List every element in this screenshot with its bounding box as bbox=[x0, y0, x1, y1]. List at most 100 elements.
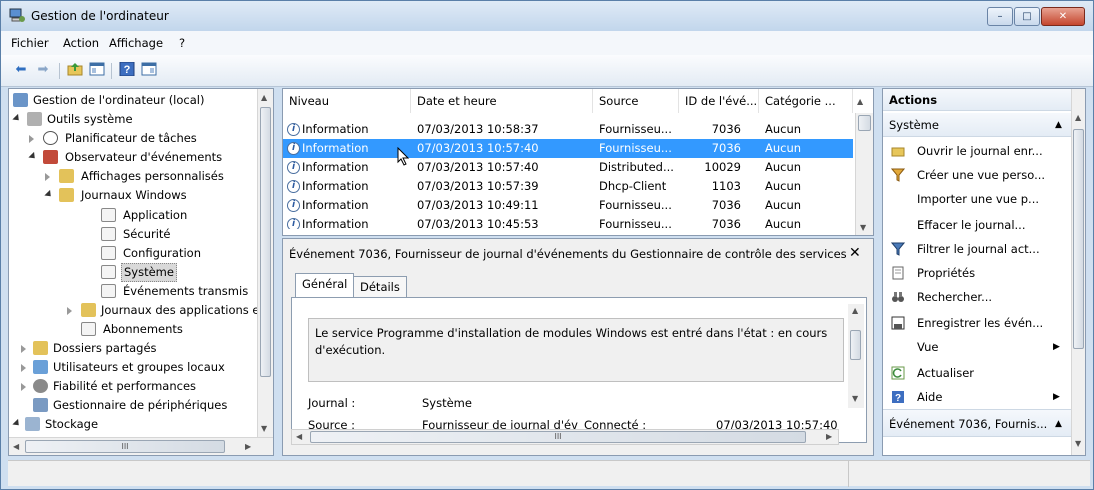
scrollbar-thumb[interactable]: III bbox=[310, 431, 806, 443]
help-button[interactable]: ? bbox=[117, 61, 137, 79]
column-header-category[interactable]: Catégorie ... bbox=[759, 89, 853, 113]
action-refresh[interactable]: Actualiser bbox=[883, 361, 1071, 385]
show-action-pane-button[interactable] bbox=[139, 61, 159, 79]
computer-management-icon bbox=[13, 93, 28, 107]
action-find[interactable]: Rechercher... bbox=[883, 285, 1071, 309]
toolbar: ⬅ ➡ ? bbox=[1, 55, 1093, 87]
action-clear-log[interactable]: Effacer le journal... bbox=[883, 213, 1071, 237]
action-view[interactable]: Vue ▶ bbox=[883, 335, 1071, 359]
column-header-level[interactable]: Niveau bbox=[283, 89, 411, 113]
scroll-down-icon[interactable]: ▼ bbox=[1075, 439, 1081, 448]
event-id-cell: 7036 bbox=[711, 122, 741, 136]
scroll-down-icon[interactable]: ▼ bbox=[860, 223, 866, 232]
forward-button[interactable]: ➡ bbox=[33, 61, 53, 79]
scrollbar-thumb[interactable]: III bbox=[25, 440, 225, 453]
collapse-arrow-icon[interactable] bbox=[67, 307, 72, 315]
tools-icon bbox=[27, 112, 42, 126]
actions-vertical-scrollbar[interactable]: ▲ ▼ bbox=[1071, 89, 1085, 455]
date-cell: 07/03/2013 10:45:53 bbox=[417, 217, 539, 229]
scroll-right-icon[interactable]: ▶ bbox=[245, 442, 251, 451]
show-hide-tree-button[interactable] bbox=[87, 61, 107, 79]
expand-arrow-icon[interactable] bbox=[28, 151, 38, 162]
table-row[interactable]: i Information 07/03/2013 10:57:39 Dhcp-Cl… bbox=[283, 177, 853, 196]
action-save-events[interactable]: Enregistrer les évén... bbox=[883, 311, 1071, 335]
source-cell: Distributed... bbox=[599, 160, 674, 174]
scroll-up-icon[interactable]: ▲ bbox=[852, 306, 858, 315]
scrollbar-thumb[interactable] bbox=[858, 115, 871, 131]
collapse-arrow-icon[interactable] bbox=[29, 135, 34, 143]
scroll-right-icon[interactable]: ▶ bbox=[826, 432, 832, 441]
action-import-custom-view[interactable]: Importer une vue p... bbox=[883, 187, 1071, 211]
menu-fichier[interactable]: Fichier bbox=[11, 36, 49, 50]
information-icon: i bbox=[287, 180, 300, 193]
table-row[interactable]: i Information 07/03/2013 10:49:11 Fournis… bbox=[283, 196, 853, 215]
table-row-selected[interactable]: i Information 07/03/2013 10:57:40 Fournis… bbox=[283, 139, 853, 158]
up-folder-button[interactable] bbox=[65, 61, 85, 79]
collapse-arrow-icon[interactable] bbox=[45, 173, 50, 181]
status-bar bbox=[8, 460, 1090, 487]
log-icon bbox=[101, 208, 116, 222]
tree-item-label: Dossiers partagés bbox=[53, 341, 157, 355]
collapse-up-icon[interactable]: ▲ bbox=[1055, 410, 1062, 438]
shared-folder-icon bbox=[33, 341, 48, 355]
tab-details[interactable]: Détails bbox=[353, 276, 407, 298]
action-label: Créer une vue perso... bbox=[917, 168, 1046, 182]
close-icon: ✕ bbox=[1058, 11, 1068, 22]
detail-horizontal-scrollbar[interactable]: ◀ III ▶ bbox=[291, 429, 839, 445]
table-row[interactable]: i Information 07/03/2013 10:57:40 Distrib… bbox=[283, 158, 853, 177]
action-help[interactable]: ? Aide ▶ bbox=[883, 385, 1071, 409]
table-row[interactable]: i Information 07/03/2013 10:45:53 Fournis… bbox=[283, 215, 853, 229]
action-open-saved-log[interactable]: Ouvrir le journal enr... bbox=[883, 139, 1071, 163]
tab-general[interactable]: Général bbox=[295, 273, 355, 297]
subscriptions-icon bbox=[81, 322, 96, 336]
collapse-up-icon[interactable]: ▲ bbox=[1055, 113, 1062, 137]
expand-arrow-icon[interactable] bbox=[12, 113, 22, 124]
table-row[interactable]: i Information 07/03/2013 10:58:37 Fournis… bbox=[283, 120, 853, 139]
tree-horizontal-scrollbar[interactable]: ◀ III ▶ bbox=[9, 437, 273, 455]
scroll-down-icon[interactable]: ▼ bbox=[852, 394, 858, 403]
detail-close-button[interactable]: ✕ bbox=[849, 245, 861, 261]
message-vertical-scrollbar[interactable]: ▲ ▼ bbox=[848, 304, 864, 408]
close-button[interactable]: ✕ bbox=[1041, 7, 1085, 26]
action-filter-current-log[interactable]: Filtrer le journal act... bbox=[883, 237, 1071, 261]
scroll-left-icon[interactable]: ◀ bbox=[13, 442, 19, 451]
scroll-left-icon[interactable]: ◀ bbox=[296, 432, 302, 441]
column-header-source[interactable]: Source bbox=[593, 89, 679, 113]
menu-help[interactable]: ? bbox=[179, 36, 185, 50]
minimize-button[interactable]: – bbox=[987, 7, 1013, 26]
expand-arrow-icon[interactable] bbox=[44, 189, 54, 200]
scroll-up-icon[interactable]: ▲ bbox=[261, 93, 267, 102]
menu-action[interactable]: Action bbox=[63, 36, 99, 50]
collapse-arrow-icon[interactable] bbox=[21, 345, 26, 353]
tree-item-label: Planificateur de tâches bbox=[65, 131, 197, 145]
tree-vertical-scrollbar[interactable]: ▲ ▼ bbox=[257, 89, 273, 437]
actions-section-systeme[interactable]: Système ▲ bbox=[883, 113, 1071, 137]
scroll-up-icon[interactable]: ▲ bbox=[1075, 113, 1081, 122]
tree-item-label: Fiabilité et performances bbox=[53, 379, 197, 393]
expand-arrow-icon[interactable] bbox=[12, 418, 22, 429]
column-header-date[interactable]: Date et heure bbox=[411, 89, 593, 113]
filter-icon bbox=[891, 242, 905, 256]
collapse-arrow-icon[interactable] bbox=[21, 383, 26, 391]
source-cell: Fournisseu... bbox=[599, 141, 672, 155]
menu-affichage[interactable]: Affichage bbox=[109, 36, 163, 50]
collapse-arrow-icon[interactable] bbox=[21, 364, 26, 372]
submenu-arrow-icon: ▶ bbox=[1053, 392, 1060, 402]
source-cell: Dhcp-Client bbox=[599, 179, 667, 193]
scrollbar-thumb[interactable] bbox=[260, 107, 271, 377]
console-tree-icon bbox=[89, 62, 105, 76]
scrollbar-thumb[interactable] bbox=[1073, 129, 1084, 349]
back-button[interactable]: ⬅ bbox=[11, 61, 31, 79]
scroll-down-icon[interactable]: ▼ bbox=[261, 424, 267, 433]
list-vertical-scrollbar[interactable]: ▼ bbox=[855, 113, 873, 235]
tree-item-label: Système bbox=[121, 263, 177, 282]
action-properties[interactable]: Propriétés bbox=[883, 261, 1071, 285]
column-header-event-id[interactable]: ID de l'évé... bbox=[679, 89, 759, 113]
category-cell: Aucun bbox=[765, 122, 802, 136]
actions-section-event[interactable]: Événement 7036, Fournis... ▲ bbox=[883, 409, 1071, 437]
action-create-custom-view[interactable]: Créer une vue perso... bbox=[883, 163, 1071, 187]
maximize-button[interactable]: □ bbox=[1014, 7, 1040, 26]
storage-icon bbox=[25, 417, 40, 431]
detail-title: Événement 7036, Fournisseur de journal d… bbox=[289, 247, 847, 261]
scrollbar-thumb[interactable] bbox=[850, 330, 861, 360]
